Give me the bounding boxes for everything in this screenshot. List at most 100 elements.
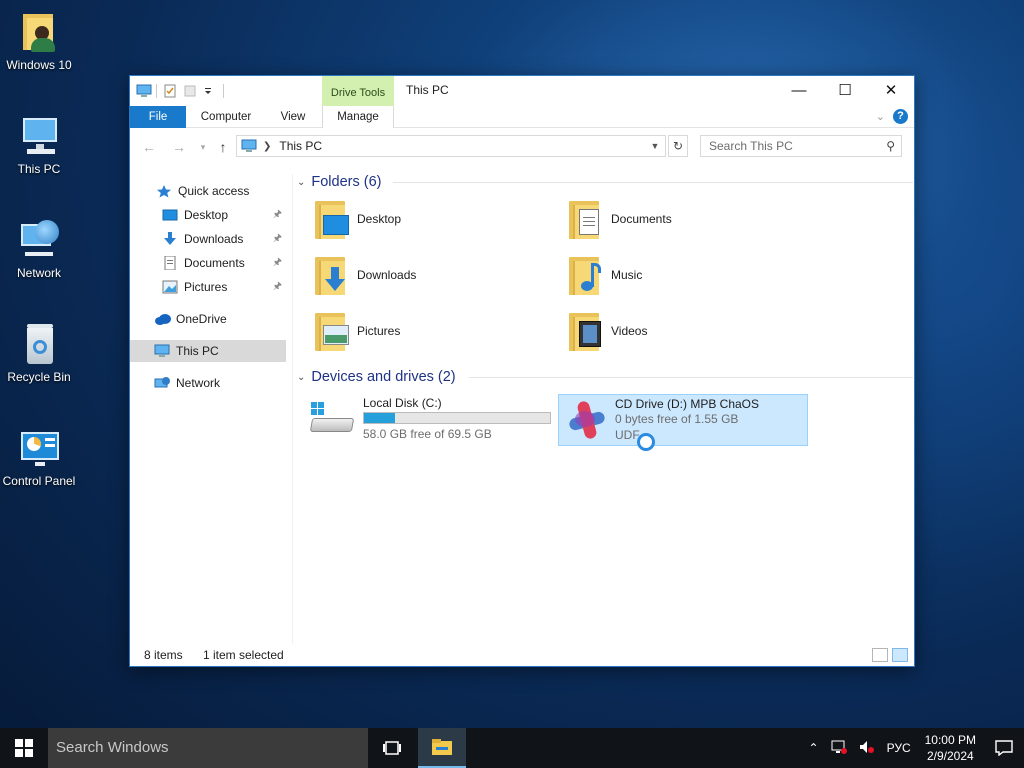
minimize-button[interactable]: — bbox=[776, 76, 822, 104]
nav-item-label: Desktop bbox=[184, 208, 229, 222]
pin-icon[interactable]: 🖈 bbox=[273, 231, 282, 248]
pin-icon[interactable]: 🖈 bbox=[273, 279, 282, 296]
file-explorer-taskbar-button[interactable] bbox=[418, 728, 466, 768]
folder-music[interactable]: Music bbox=[565, 250, 815, 300]
group-title: Devices and drives (2) bbox=[311, 369, 456, 385]
quick-access-toolbar bbox=[136, 82, 224, 100]
drive-local-disk-c[interactable]: Local Disk (C:) 58.0 GB free of 69.5 GB bbox=[307, 394, 557, 446]
folder-pictures[interactable]: Pictures bbox=[311, 306, 561, 356]
tab-computer[interactable]: Computer bbox=[188, 106, 264, 128]
pin-icon[interactable]: 🖈 bbox=[273, 255, 282, 272]
windows-logo-icon bbox=[15, 739, 33, 757]
nav-onedrive[interactable]: OneDrive bbox=[130, 308, 286, 330]
breadcrumb-this-pc[interactable]: This PC bbox=[279, 139, 322, 153]
customize-toolbar-chevron-icon[interactable] bbox=[203, 84, 217, 98]
close-icon: ✕ bbox=[884, 82, 898, 99]
tab-manage[interactable]: Manage bbox=[322, 106, 394, 128]
content-area: ⌄ Folders (6) Desktop Documents Download… bbox=[293, 172, 913, 642]
recent-locations-chevron-icon[interactable]: ▾ bbox=[194, 138, 212, 156]
close-button[interactable]: ✕ bbox=[868, 76, 914, 104]
control-panel-icon bbox=[17, 426, 61, 470]
pin-icon[interactable]: 🖈 bbox=[273, 207, 282, 224]
desktop-icon-this-pc[interactable]: This PC bbox=[0, 114, 78, 176]
folder-desktop[interactable]: Desktop bbox=[311, 194, 561, 244]
volume-muted-icon[interactable] bbox=[859, 740, 875, 757]
drive-cd-d[interactable]: CD Drive (D:) MPB ChaOS 0 bytes free of … bbox=[558, 394, 808, 451]
large-icons-view-icon[interactable] bbox=[892, 648, 908, 662]
nav-this-pc[interactable]: This PC bbox=[130, 340, 286, 362]
recycle-bin-icon bbox=[17, 322, 61, 366]
folder-downloads[interactable]: Downloads bbox=[311, 250, 561, 300]
new-folder-icon[interactable] bbox=[183, 84, 197, 98]
desktop-icon-control-panel[interactable]: Control Panel bbox=[0, 426, 78, 488]
search-input[interactable]: Search This PC ⚲ bbox=[700, 135, 902, 157]
busy-cursor-icon bbox=[637, 433, 655, 451]
status-bar: 8 items 1 item selected bbox=[130, 646, 914, 666]
music-folder-icon bbox=[565, 253, 605, 297]
nav-item-label: Network bbox=[176, 376, 221, 390]
desktop-icon-label: This PC bbox=[17, 162, 61, 176]
up-arrow-icon[interactable]: ↑ bbox=[214, 138, 232, 156]
cloud-icon bbox=[154, 312, 171, 326]
drives-group-header[interactable]: ⌄ Devices and drives (2) bbox=[297, 367, 913, 387]
help-icon[interactable]: ? bbox=[893, 109, 908, 124]
cd-drive-icon bbox=[561, 397, 609, 443]
navigation-pane: Quick access Desktop 🖈 Downloads 🖈 Docum… bbox=[130, 174, 288, 644]
network-disconnected-icon[interactable] bbox=[831, 740, 847, 757]
window-title: This PC bbox=[406, 83, 449, 97]
desktop-icon-label: Control Panel bbox=[2, 474, 76, 488]
nav-item-label: Pictures bbox=[184, 280, 228, 294]
clock[interactable]: 10:00 PM 2/9/2024 bbox=[925, 732, 976, 764]
nav-desktop[interactable]: Desktop 🖈 bbox=[130, 204, 286, 226]
computer-icon bbox=[154, 344, 170, 358]
folder-documents[interactable]: Documents bbox=[565, 194, 815, 244]
desktop-icon-recycle-bin[interactable]: Recycle Bin bbox=[0, 322, 78, 384]
document-icon bbox=[162, 255, 178, 271]
folder-label: Videos bbox=[611, 324, 648, 338]
selection-count: 1 item selected bbox=[203, 648, 284, 662]
maximize-icon: ☐ bbox=[838, 82, 852, 99]
folders-group-header[interactable]: ⌄ Folders (6) bbox=[297, 172, 913, 192]
title-bar[interactable]: Drive Tools This PC — ☐ ✕ bbox=[130, 76, 914, 106]
nav-network[interactable]: Network bbox=[130, 372, 286, 394]
drive-filesystem: UDF bbox=[615, 428, 640, 442]
nav-item-label: Quick access bbox=[178, 184, 250, 198]
tab-view[interactable]: View bbox=[266, 106, 320, 128]
pictures-icon bbox=[162, 280, 178, 294]
breadcrumb-chevron-icon[interactable]: ❯ bbox=[263, 141, 271, 152]
details-view-icon[interactable] bbox=[872, 648, 888, 662]
nav-documents[interactable]: Documents 🖈 bbox=[130, 252, 286, 274]
nav-downloads[interactable]: Downloads 🖈 bbox=[130, 228, 286, 250]
drive-usage-bar bbox=[363, 412, 551, 424]
computer-icon[interactable] bbox=[136, 84, 152, 98]
network-icon bbox=[154, 376, 170, 390]
desktop-icon-windows10[interactable]: Windows 10 bbox=[0, 10, 78, 72]
search-placeholder: Search This PC bbox=[709, 139, 793, 153]
refresh-icon[interactable]: ↻ bbox=[668, 135, 688, 157]
desktop-icon-network[interactable]: Network bbox=[0, 218, 78, 280]
search-icon: ⚲ bbox=[886, 139, 895, 153]
forward-arrow-icon[interactable]: → bbox=[170, 138, 188, 156]
nav-quick-access[interactable]: Quick access bbox=[130, 180, 286, 202]
tab-file[interactable]: File bbox=[130, 106, 186, 128]
drive-usage-fill bbox=[364, 413, 395, 423]
input-language-indicator[interactable]: РУС bbox=[887, 741, 911, 755]
nav-item-label: Documents bbox=[184, 256, 245, 270]
task-view-button[interactable] bbox=[368, 728, 416, 768]
taskbar-search-input[interactable]: Search Windows bbox=[48, 728, 368, 768]
back-arrow-icon[interactable]: ← bbox=[140, 138, 158, 156]
folder-videos[interactable]: Videos bbox=[565, 306, 815, 356]
address-bar[interactable]: ❯ This PC ▼ bbox=[236, 135, 666, 157]
group-title: Folders (6) bbox=[311, 174, 382, 190]
desktop-icon bbox=[162, 208, 178, 222]
maximize-button[interactable]: ☐ bbox=[822, 76, 868, 104]
address-dropdown-chevron-icon[interactable]: ▼ bbox=[645, 136, 665, 156]
drive-tools-context-tab: Drive Tools bbox=[322, 76, 394, 106]
properties-icon[interactable] bbox=[163, 84, 177, 98]
nav-pictures[interactable]: Pictures 🖈 bbox=[130, 276, 286, 298]
folder-label: Desktop bbox=[357, 212, 402, 226]
expand-ribbon-chevron-icon[interactable]: ⌄ bbox=[876, 110, 885, 123]
show-hidden-icons-chevron-icon[interactable]: ⌃ bbox=[809, 741, 819, 755]
action-center-button[interactable] bbox=[984, 728, 1024, 768]
start-button[interactable] bbox=[0, 728, 48, 768]
